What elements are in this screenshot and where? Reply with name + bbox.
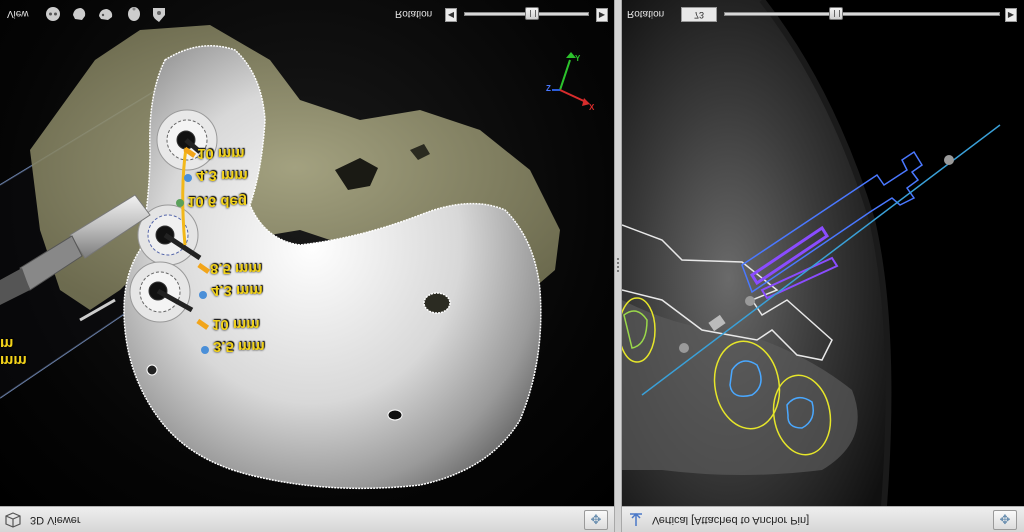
measurement-label: 8.5 mm [210,260,262,277]
measurement-label-cut: m [0,335,14,352]
skull-icon[interactable] [125,5,143,23]
slice-slider-thumb[interactable] [829,7,843,20]
axis-y-label: Y [575,54,581,63]
3d-viewer-pane: Y X Z 10 mm 4.3 mm 10.6 deg 8.5 mm 4.3 m… [0,0,614,532]
measurement-label: 10 mm [212,316,260,333]
measurement-label: 3.5 mm [213,338,265,355]
axis-x-label: X [589,103,595,112]
measurement-label: 4.3 mm [211,282,263,299]
axis-z-label: Z [546,84,551,93]
slice-number-input[interactable]: 73 [681,7,717,22]
3d-viewport[interactable]: Y X Z 10 mm 4.3 mm 10.6 deg 8.5 mm 4.3 m… [0,0,614,506]
angle-marker-icon [176,199,184,207]
anchor-pin-icon [630,513,642,526]
pane-splitter[interactable] [614,0,622,532]
cube-icon [5,512,21,528]
rotation-label: Rotation [395,8,433,19]
slice-next-button[interactable]: ▶ [1005,8,1017,22]
ct-slice [622,0,1001,506]
slice-viewport[interactable] [622,0,1024,506]
slice-slider[interactable] [724,7,1000,20]
panel-title: 3D Viewer [30,514,81,526]
view-label: View [7,8,29,19]
head-oblique-icon[interactable] [97,5,115,23]
axis-gizmo [552,52,590,106]
skull-shield-icon[interactable] [150,5,168,23]
left-status-bar: 3D Viewer ✥ [0,506,614,532]
measurement-label: 10.6 deg [187,193,248,210]
panel-title: Vertical [Attached to Anchor Pin] [652,514,810,526]
3d-scene [0,25,590,490]
move-icon[interactable]: ✥ [584,510,608,530]
diameter-marker-icon [184,174,192,182]
move-icon[interactable]: ✥ [993,510,1017,530]
measurement-label: 10 mm [197,145,245,162]
rotate-right-button[interactable]: ▶ [596,8,608,22]
rotation-slider[interactable] [464,7,589,20]
head-front-icon[interactable] [44,5,62,23]
rotate-left-button[interactable]: ◀ [445,8,457,22]
rotation-slider-thumb[interactable] [525,7,539,20]
rotation-label: Rotation [627,8,665,19]
head-side-icon[interactable] [70,5,88,23]
measurement-label-cut: mm [0,352,27,369]
measurement-label: 4.3 mm [196,167,248,184]
slice-viewer-pane: Rotation 73 ▶ Vertical [Attached to Anch… [622,0,1024,532]
right-status-bar: Vertical [Attached to Anchor Pin] ✥ [622,506,1024,532]
